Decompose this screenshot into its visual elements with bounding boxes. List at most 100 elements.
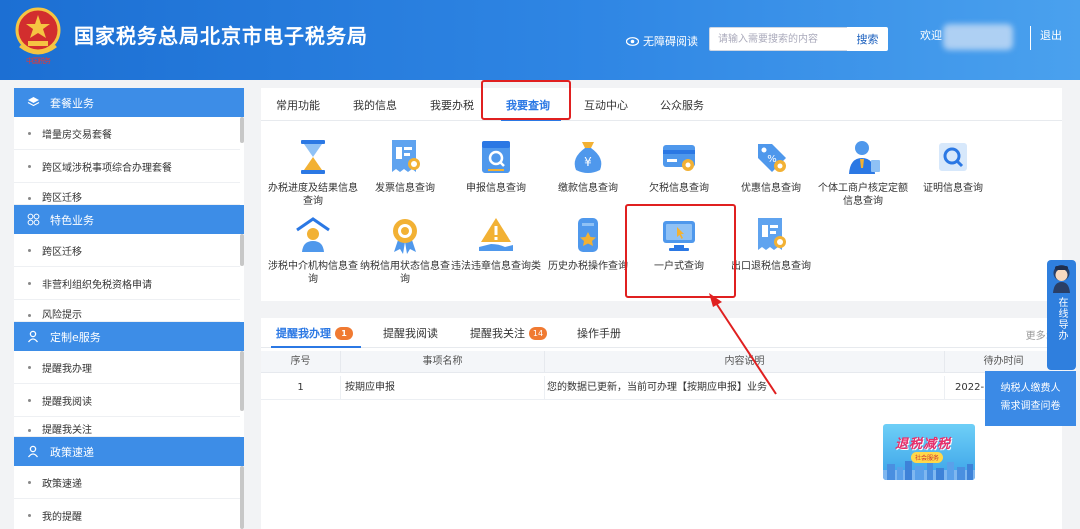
bullet-icon [28, 314, 31, 317]
logout-link[interactable]: 退出 [1040, 27, 1062, 43]
user-icon [26, 330, 40, 344]
warning-hand-icon [479, 218, 513, 251]
sidebar-item[interactable]: 提醒我阅读 [14, 384, 240, 417]
func-label: 申报信息查询 [466, 183, 526, 194]
tab-label: 提醒我阅读 [383, 327, 438, 340]
sidebar-section-title: 特色业务 [50, 213, 94, 227]
count-badge: 1 [335, 326, 353, 340]
func-label: 涉税中介机构信息查询 [268, 261, 358, 285]
tab-interaction[interactable]: 互动中心 [584, 88, 628, 121]
col-header: 序号 [261, 351, 341, 373]
tab-remind-read[interactable]: 提醒我阅读 [383, 318, 438, 348]
city-skyline-icon [883, 461, 975, 480]
sidebar-item-label: 增量房交易套餐 [42, 129, 112, 141]
sidebar-item-label: 非营利组织免税资格申请 [42, 279, 152, 291]
site-header: 中国税务 国家税务总局北京市电子税务局 无障碍阅读 搜索 欢迎 退出 [0, 0, 1080, 80]
func-business-quota-query[interactable]: 个体工商户核定定额信息查询 [817, 136, 909, 208]
func-invoice-query[interactable]: 发票信息查询 [359, 136, 451, 195]
func-agency-query[interactable]: 涉税中介机构信息查询 [267, 214, 359, 286]
search-button[interactable]: 搜索 [847, 27, 888, 51]
tab-remind-handle[interactable]: 提醒我办理 1 [276, 318, 353, 348]
tab-remind-follow[interactable]: 提醒我关注 14 [470, 318, 547, 348]
accessibility-label: 无障碍阅读 [643, 35, 698, 48]
active-tab-underline [271, 346, 361, 348]
agent-avatar-icon [1053, 265, 1070, 293]
welcome-text: 欢迎 [920, 29, 942, 42]
table-row[interactable]: 1 按期应申报 您的数据已更新，当前可办理【按期应申报】业务 2022- [261, 376, 1062, 400]
func-arrears-query[interactable]: 欠税信息查询 [633, 136, 725, 195]
function-panel: 常用功能 我的信息 我要办税 我要查询 互动中心 公众服务 办税进度及结果信息查… [261, 80, 1062, 301]
sidebar-item[interactable]: 非营利组织免税资格申请 [14, 267, 240, 300]
site-title: 国家税务总局北京市电子税务局 [74, 24, 368, 48]
blurred-username [943, 24, 1013, 50]
func-certificate-query[interactable]: 证明信息查询 [907, 136, 999, 195]
func-label: 出口退税信息查询 [731, 261, 811, 272]
func-declaration-query[interactable]: 申报信息查询 [450, 136, 542, 195]
func-label: 优惠信息查询 [741, 183, 801, 194]
func-history-query[interactable]: 历史办税操作查询 [542, 214, 634, 273]
sidebar-item[interactable]: 提醒我关注 [14, 417, 240, 437]
sidebar-section-policy[interactable]: 政策速递 [14, 437, 244, 466]
sidebar-scrollbar[interactable] [240, 117, 244, 143]
sidebar-section-featured[interactable]: 特色业务 [14, 205, 244, 234]
money-bag-icon: ¥ [574, 142, 602, 173]
search-input[interactable] [709, 27, 847, 51]
func-label: 违法违章信息查询类 [451, 261, 541, 272]
func-discount-query[interactable]: % 优惠信息查询 [725, 136, 817, 195]
sidebar-item[interactable]: 提醒我办理 [14, 351, 240, 384]
func-progress-query[interactable]: 办税进度及结果信息查询 [267, 136, 359, 208]
sidebar-item[interactable]: 跨区迁移 [14, 234, 240, 267]
sidebar-item[interactable]: 跨区迁移 [14, 183, 240, 205]
sidebar-item[interactable]: 跨区域涉税事项综合办理套餐 [14, 150, 240, 183]
tab-tax-handling[interactable]: 我要办税 [430, 88, 474, 121]
accessibility-link[interactable]: 无障碍阅读 [626, 33, 698, 49]
sidebar-section-custom[interactable]: 定制e服务 [14, 322, 244, 351]
online-guide-button[interactable]: 在线导办 [1047, 260, 1076, 370]
user-icon [26, 445, 40, 459]
sidebar-item-label: 风险提示 [42, 310, 82, 321]
func-payment-query[interactable]: ¥ 缴款信息查询 [542, 136, 634, 195]
sidebar-item[interactable]: 风险提示 [14, 300, 240, 322]
layers-icon [26, 96, 40, 110]
bullet-icon [28, 131, 31, 135]
sidebar-scrollbar[interactable] [240, 351, 244, 411]
cell-item-name[interactable]: 按期应申报 [341, 376, 545, 400]
func-credit-query[interactable]: 纳税信用状态信息查询 [359, 214, 451, 286]
declaration-search-icon [482, 141, 510, 173]
online-guide-label: 在线导办 [1056, 297, 1067, 341]
func-export-refund-query[interactable]: 出口退税信息查询 [725, 214, 817, 273]
tab-common[interactable]: 常用功能 [276, 88, 320, 121]
sidebar-item-label: 我的提醒 [42, 511, 82, 523]
cell-index: 1 [261, 376, 341, 400]
bullet-icon [28, 197, 31, 200]
sidebar-item[interactable]: 政策速递 [14, 466, 240, 499]
func-label: 发票信息查询 [375, 183, 435, 194]
tab-label: 提醒我办理 [276, 327, 331, 340]
func-label: 欠税信息查询 [649, 183, 709, 194]
card-icon [663, 145, 695, 171]
tab-my-info[interactable]: 我的信息 [353, 88, 397, 121]
table-header: 序号 事项名称 内容说明 待办时间 [261, 351, 1062, 373]
bullet-icon [28, 480, 31, 484]
survey-line2: 需求调查问卷 [1000, 401, 1061, 412]
reminder-tabs: 提醒我办理 1 提醒我阅读 提醒我关注 14 操作手册 更多> [261, 318, 1062, 348]
tax-emblem-icon [15, 7, 61, 55]
bullet-icon [28, 398, 31, 402]
bullet-icon [28, 513, 31, 517]
bullet-icon [28, 365, 31, 369]
promo-banner[interactable]: 退税减税 社会服务 [883, 424, 975, 480]
sidebar-item[interactable]: 我的提醒 [14, 499, 240, 529]
bullet-icon [28, 164, 31, 168]
agency-icon [296, 217, 330, 252]
func-violation-query[interactable]: 违法违章信息查询类 [450, 214, 542, 273]
survey-button[interactable]: 纳税人缴费人 需求调查问卷 [985, 371, 1076, 426]
main-tabs: 常用功能 我的信息 我要办税 我要查询 互动中心 公众服务 [261, 88, 1062, 121]
sidebar-section-package[interactable]: 套餐业务 [14, 88, 244, 117]
tab-public-service[interactable]: 公众服务 [660, 88, 704, 121]
tab-manual[interactable]: 操作手册 [577, 318, 621, 348]
sidebar-scrollbar[interactable] [240, 466, 244, 529]
export-refund-icon [758, 218, 786, 250]
sidebar-item[interactable]: 增量房交易套餐 [14, 117, 240, 150]
sidebar-scrollbar[interactable] [240, 234, 244, 266]
svg-text:¥: ¥ [584, 155, 592, 169]
